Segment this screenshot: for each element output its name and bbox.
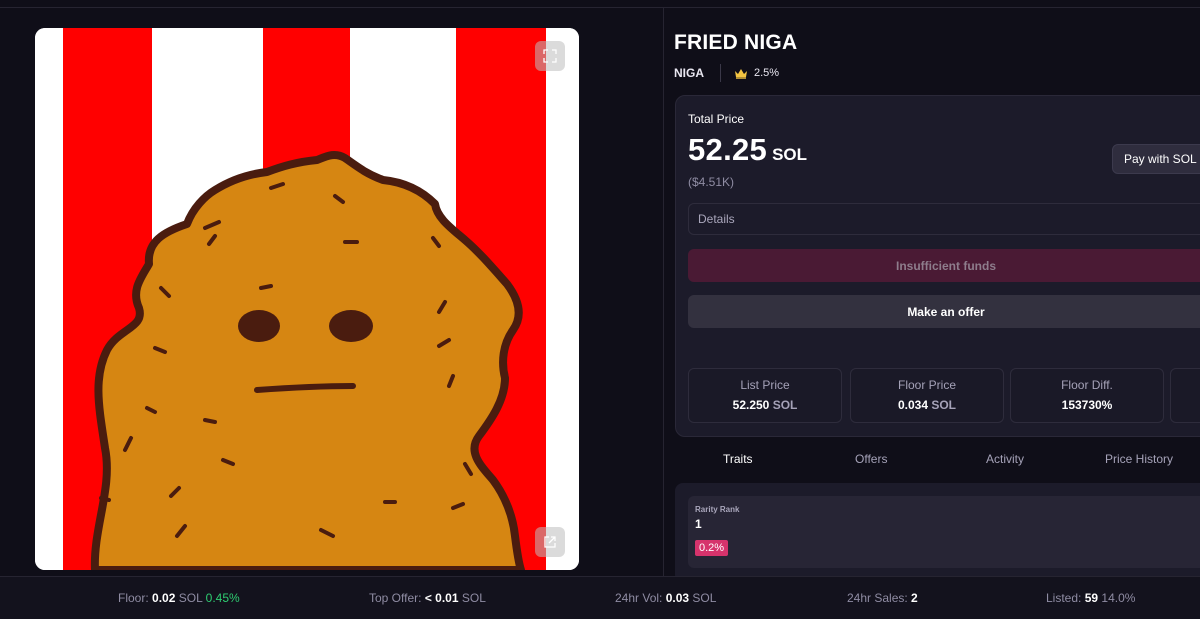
detail-tabs: Traits Offers Activity Price History <box>674 452 1200 470</box>
stat-value: 0.034 SOL <box>897 398 957 412</box>
tab-activity[interactable]: Activity <box>986 452 1024 466</box>
nft-meta: NIGA 2.5% <box>674 64 779 82</box>
collection-stats-bar: Floor: 0.02 SOL 0.45% Top Offer: < 0.01 … <box>0 576 1200 619</box>
stat-label: Floor Price <box>897 378 956 392</box>
stat-label: List Price <box>740 378 790 392</box>
price-usd: ($4.51K) <box>688 175 735 189</box>
rarity-label: Rarity Rank <box>695 505 740 514</box>
stat-list-price: List Price 52.250 SOL <box>688 368 842 423</box>
price-currency: SOL <box>772 145 808 164</box>
expand-icon <box>543 49 557 63</box>
pay-with-sol-button[interactable]: Pay with SOL <box>1112 144 1200 174</box>
rarity-rank-card: Rarity Rank 1 0.2% <box>688 496 1200 568</box>
footer-volume: 24hr Vol: 0.03 SOL <box>615 591 717 605</box>
insufficient-funds-button[interactable]: Insufficient funds <box>688 249 1200 282</box>
meta-separator <box>720 64 721 82</box>
nft-detail-page: FRIED NIGA NIGA 2.5% Total Price 52.25 S… <box>0 0 1200 619</box>
external-link-icon <box>544 536 556 548</box>
expand-button[interactable] <box>535 41 565 71</box>
stat-floor-price: Floor Price 0.034 SOL <box>850 368 1004 423</box>
footer-floor: Floor: 0.02 SOL 0.45% <box>118 591 240 605</box>
open-external-button[interactable] <box>535 527 565 557</box>
total-price-label: Total Price <box>688 112 745 126</box>
tab-traits[interactable]: Traits <box>723 452 753 466</box>
collection-link[interactable]: NIGA <box>674 66 704 80</box>
stat-more <box>1170 368 1200 423</box>
panel-divider <box>663 8 664 576</box>
nft-image[interactable] <box>35 28 579 570</box>
footer-top-offer: Top Offer: < 0.01 SOL <box>369 591 486 605</box>
footer-listed: Listed: 59 14.0% <box>1046 591 1136 605</box>
stat-value: 153730% <box>1061 398 1113 412</box>
total-price: 52.25 SOL <box>688 132 807 168</box>
price-value: 52.25 <box>688 132 768 167</box>
traits-panel: Rarity Rank 1 0.2% <box>675 483 1200 583</box>
rarity-badge: 0.2% <box>695 540 729 556</box>
crown-icon <box>735 68 747 79</box>
stat-value: 52.250 SOL <box>732 398 798 412</box>
purchase-card: Total Price 52.25 SOL ($4.51K) Pay with … <box>675 95 1200 437</box>
footer-sales: 24hr Sales: 2 <box>847 591 918 605</box>
nft-artwork <box>35 28 579 570</box>
royalty-value: 2.5% <box>754 67 780 79</box>
top-divider <box>0 7 1200 8</box>
nft-title: FRIED NIGA <box>674 31 798 54</box>
details-toggle[interactable]: Details <box>688 203 1200 235</box>
rarity-value: 1 <box>695 517 702 531</box>
stat-label: Floor Diff. <box>1061 378 1113 392</box>
make-offer-button[interactable]: Make an offer <box>688 295 1200 328</box>
tab-offers[interactable]: Offers <box>855 452 887 466</box>
tab-price-history[interactable]: Price History <box>1105 452 1173 466</box>
stat-floor-diff: Floor Diff. 153730% <box>1010 368 1164 423</box>
